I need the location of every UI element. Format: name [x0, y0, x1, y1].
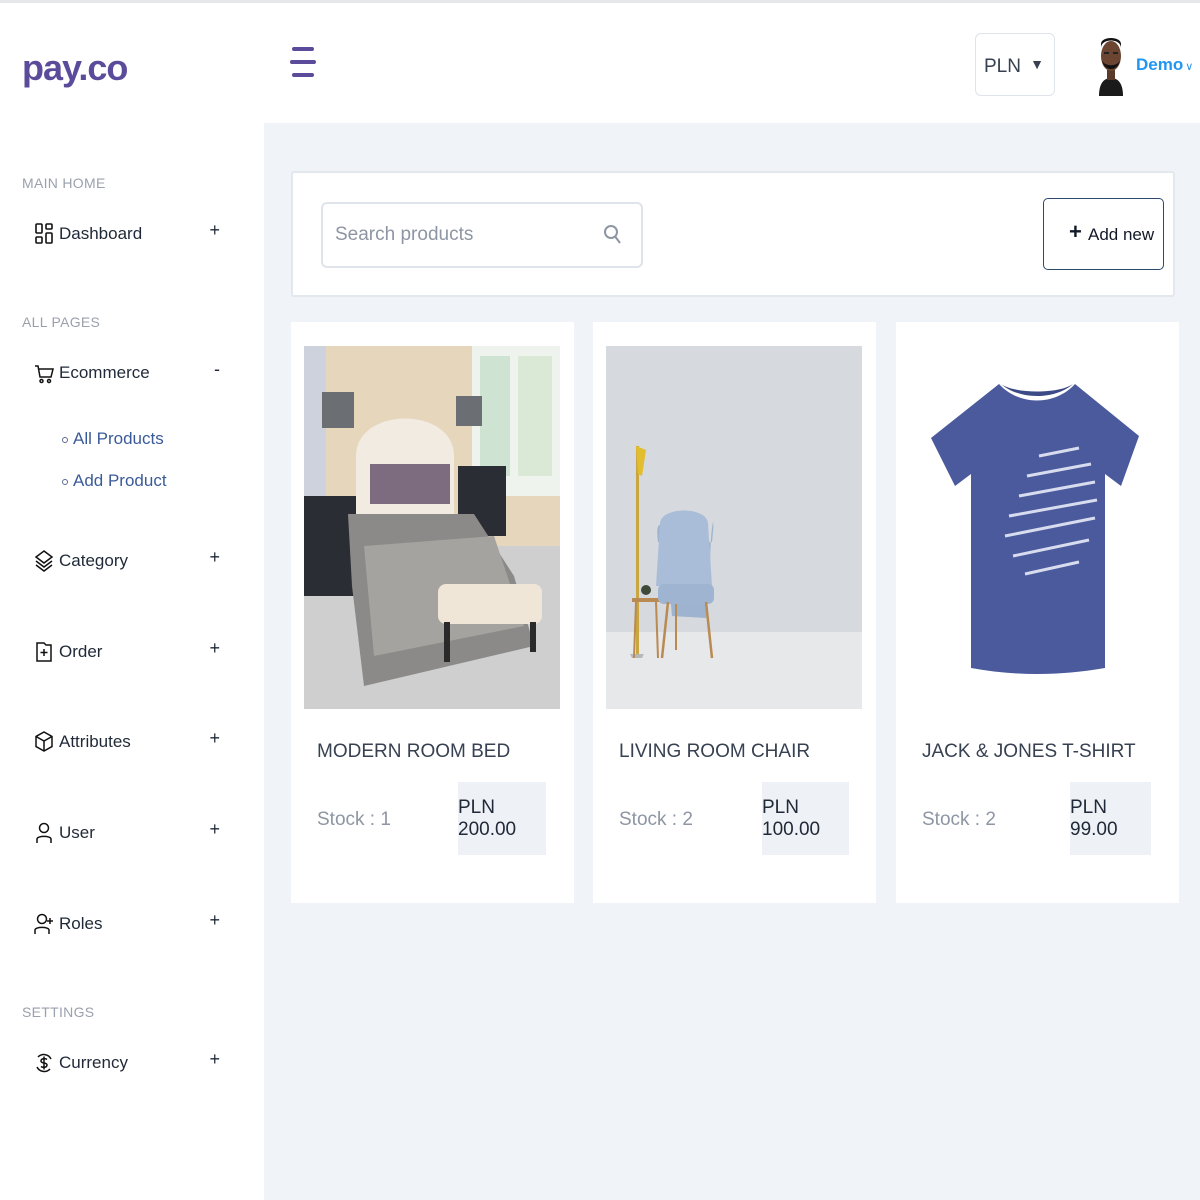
currency-icon: [34, 1051, 54, 1075]
menu-toggle-icon[interactable]: [290, 47, 316, 79]
user-icon: [34, 821, 54, 845]
user-name-label: Demo: [1136, 55, 1184, 74]
product-card[interactable]: LIVING ROOM CHAIR Stock : 2 PLN 100.00: [593, 322, 876, 903]
product-name[interactable]: JACK & JONES T-SHIRT: [922, 741, 1136, 763]
bullet-icon: [62, 479, 68, 485]
sidebar-item-label: Category: [59, 551, 128, 570]
caret-down-icon: ▼: [1030, 56, 1044, 72]
expand-icon[interactable]: +: [209, 1049, 220, 1070]
sidebar-subitem-label: Add Product: [73, 471, 167, 490]
product-price: PLN 200.00: [458, 782, 546, 855]
add-new-button[interactable]: + Add new: [1043, 198, 1164, 270]
expand-icon[interactable]: +: [209, 819, 220, 840]
bullet-icon: [62, 437, 68, 443]
sidebar-item-attributes[interactable]: Attributes +: [34, 728, 224, 758]
cart-icon: [34, 361, 54, 385]
user-menu[interactable]: Demo ∨: [1136, 55, 1193, 75]
expand-icon[interactable]: +: [209, 910, 220, 931]
product-image-bed[interactable]: [304, 346, 560, 709]
box-icon: [34, 730, 54, 754]
expand-icon[interactable]: +: [209, 220, 220, 241]
collapse-icon[interactable]: -: [214, 359, 220, 380]
product-name[interactable]: LIVING ROOM CHAIR: [619, 741, 810, 763]
sidebar-item-label: Order: [59, 642, 103, 661]
sidebar-item-order[interactable]: Order +: [34, 638, 224, 668]
product-stock: Stock : 2: [619, 809, 693, 830]
product-card[interactable]: JACK & JONES T-SHIRT Stock : 2 PLN 99.00: [896, 322, 1179, 903]
sidebar-item-ecommerce[interactable]: Ecommerce -: [34, 359, 224, 389]
dashboard-icon: [34, 222, 54, 246]
plus-icon: +: [1069, 219, 1082, 244]
product-card[interactable]: MODERN ROOM BED Stock : 1 PLN 200.00: [291, 322, 574, 903]
sidebar-item-label: Dashboard: [59, 224, 143, 243]
section-title-settings: SETTINGS: [22, 1004, 95, 1020]
sidebar-item-user[interactable]: User +: [34, 819, 224, 849]
sidebar-item-label: Ecommerce: [59, 363, 150, 382]
search-input[interactable]: [335, 220, 590, 250]
sidebar-item-currency[interactable]: Currency +: [34, 1049, 224, 1079]
search-icon[interactable]: [603, 224, 623, 246]
avatar[interactable]: [1095, 34, 1127, 96]
sidebar-item-label: Roles: [59, 914, 103, 933]
product-name[interactable]: MODERN ROOM BED: [317, 741, 510, 763]
product-image-chair[interactable]: [606, 346, 862, 709]
expand-icon[interactable]: +: [209, 638, 220, 659]
logo[interactable]: pay.co: [22, 47, 128, 89]
section-title-all-pages: ALL PAGES: [22, 314, 101, 330]
products-toolbar: + Add new: [291, 171, 1175, 297]
expand-icon[interactable]: +: [209, 547, 220, 568]
header: pay.co PLN ▼ Demo ∨: [0, 3, 1200, 123]
sidebar-item-label: Attributes: [59, 732, 131, 751]
product-image-tshirt[interactable]: [909, 346, 1165, 709]
sidebar-item-roles[interactable]: Roles +: [34, 910, 224, 940]
sidebar-item-label: Currency: [59, 1053, 128, 1072]
file-plus-icon: [34, 640, 54, 664]
add-new-label: Add new: [1088, 225, 1155, 244]
product-stock: Stock : 1: [317, 809, 391, 830]
search-box: [321, 202, 643, 268]
sidebar-item-category[interactable]: Category +: [34, 547, 224, 577]
product-price: PLN 100.00: [762, 782, 849, 855]
sidebar-subitem-label: All Products: [73, 429, 164, 448]
sidebar-item-label: User: [59, 823, 95, 842]
user-plus-icon: [34, 912, 54, 936]
product-price: PLN 99.00: [1070, 782, 1151, 855]
chevron-down-icon: ∨: [1185, 61, 1194, 73]
section-title-main-home: MAIN HOME: [22, 175, 106, 191]
currency-select-value: PLN: [984, 56, 1021, 77]
expand-icon[interactable]: +: [209, 728, 220, 749]
main-content: + Add new: [264, 123, 1200, 1200]
sidebar-item-dashboard[interactable]: Dashboard +: [34, 220, 224, 250]
sidebar: MAIN HOME Dashboard + ALL PAGES Ecommerc…: [0, 123, 264, 1200]
layers-icon: [34, 549, 54, 573]
product-stock: Stock : 2: [922, 809, 996, 830]
currency-select[interactable]: PLN ▼: [975, 33, 1055, 96]
